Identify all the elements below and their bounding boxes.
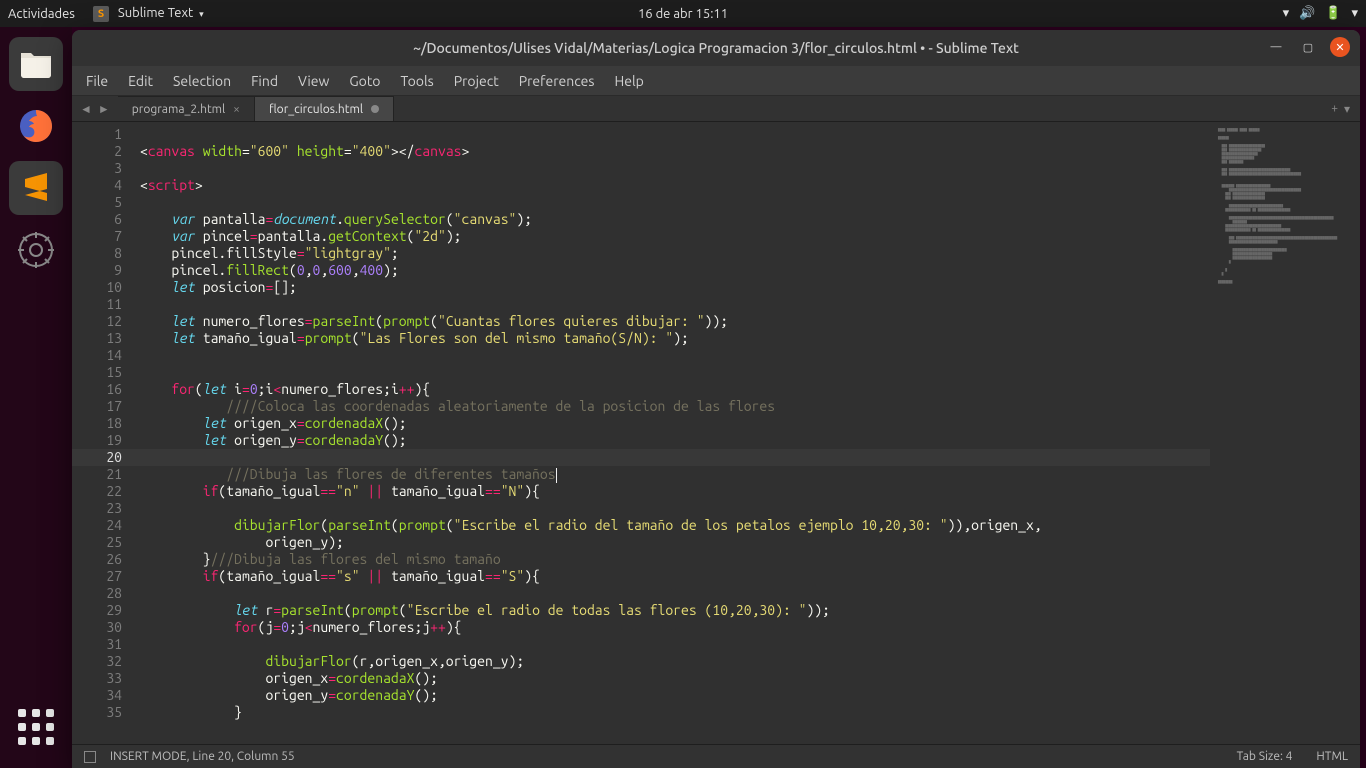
current-line-highlight [72,449,1210,466]
battery-icon[interactable]: 🔋 [1325,6,1341,21]
minimap[interactable]: ████ ██████ ████ ██████ ██████ ███ █████… [1210,122,1360,744]
text-cursor [556,468,557,483]
window-title: ~/Documentos/Ulises Vidal/Materias/Logic… [413,40,1019,56]
tab-flor-circulos[interactable]: flor_circulos.html [255,96,394,121]
focused-app[interactable]: S Sublime Text ▾ [93,6,204,22]
menu-project[interactable]: Project [454,73,499,89]
menu-preferences[interactable]: Preferences [519,73,595,89]
menu-view[interactable]: View [298,73,329,89]
menu-tools[interactable]: Tools [401,73,434,89]
titlebar[interactable]: ~/Documentos/Ulises Vidal/Materias/Logic… [72,30,1360,66]
tab-label: programa_2.html [132,103,225,116]
tab-dirty-icon [371,105,379,113]
menu-file[interactable]: File [86,73,108,89]
tabstrip: ◄ ► programa_2.html × flor_circulos.html… [72,96,1360,122]
menu-help[interactable]: Help [614,73,643,89]
dock-files[interactable] [9,37,63,91]
tab-history-back-icon[interactable]: ◄ [80,102,92,116]
clock[interactable]: 16 de abr 15:11 [638,7,728,21]
dock [0,27,72,768]
sublime-window: ~/Documentos/Ulises Vidal/Materias/Logic… [72,30,1360,768]
menu-edit[interactable]: Edit [128,73,153,89]
dock-show-apps[interactable] [9,700,63,754]
statusbar: INSERT MODE, Line 20, Column 55 Tab Size… [72,744,1360,768]
chevron-down-icon: ▾ [199,9,204,19]
dock-settings[interactable] [9,223,63,277]
new-tab-icon[interactable]: + [1331,102,1338,115]
editor[interactable]: 1234567891011121314151617181920212223242… [72,122,1360,744]
status-syntax[interactable]: HTML [1316,750,1348,763]
minimize-button[interactable]: — [1266,37,1286,57]
tab-history-forward-icon[interactable]: ► [98,102,110,116]
activities-button[interactable]: Actividades [8,7,75,21]
gutter: 1234567891011121314151617181920212223242… [82,122,132,744]
maximize-button[interactable]: ▢ [1298,37,1318,57]
menu-goto[interactable]: Goto [349,73,380,89]
tab-overflow-icon[interactable]: ▾ [1344,102,1350,116]
menubar: File Edit Selection Find View Goto Tools… [72,66,1360,96]
status-tab-size[interactable]: Tab Size: 4 [1237,750,1293,763]
sublime-icon: S [93,6,109,22]
menu-find[interactable]: Find [251,73,278,89]
fold-margin [72,122,82,744]
power-menu-icon[interactable]: ▾ [1351,6,1358,21]
system-topbar: Actividades S Sublime Text ▾ 16 de abr 1… [0,0,1366,27]
panel-switcher-icon[interactable] [84,751,96,763]
tab-programa-2[interactable]: programa_2.html × [118,96,255,121]
close-button[interactable]: ✕ [1330,37,1350,57]
status-mode[interactable]: INSERT MODE, Line 20, Column 55 [110,750,295,763]
menu-selection[interactable]: Selection [173,73,231,89]
wifi-icon[interactable]: ▾ [1283,6,1290,21]
dock-sublime[interactable] [9,161,63,215]
tab-label: flor_circulos.html [269,103,363,116]
code-area[interactable]: <canvas width="600" height="400"></canva… [132,122,1210,744]
volume-icon[interactable]: 🔊 [1299,6,1315,21]
dock-firefox[interactable] [9,99,63,153]
tab-close-icon[interactable]: × [233,103,240,116]
